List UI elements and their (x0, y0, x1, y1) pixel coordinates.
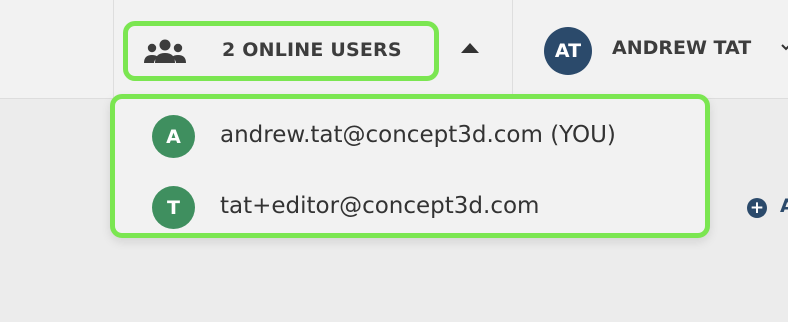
user-avatar: A (152, 115, 195, 158)
user-avatar: T (152, 186, 195, 229)
caret-up-icon[interactable] (461, 43, 479, 53)
online-users-button[interactable]: 2 ONLINE USERS (123, 21, 439, 81)
top-bar: 2 ONLINE USERS AT ANDREW TAT (0, 0, 788, 99)
user-email: andrew.tat@concept3d.com (YOU) (220, 122, 616, 148)
chevron-down-icon[interactable] (781, 42, 788, 52)
online-users-dropdown: A andrew.tat@concept3d.com (YOU) T tat+e… (110, 94, 710, 238)
account-name[interactable]: ANDREW TAT (612, 37, 751, 59)
account-avatar[interactable]: AT (544, 27, 592, 75)
user-email: tat+editor@concept3d.com (220, 193, 540, 219)
plus-circle-icon[interactable]: + (747, 198, 767, 218)
users-icon (144, 39, 186, 63)
toolbar-divider (113, 0, 114, 98)
online-user-item: A andrew.tat@concept3d.com (YOU) (115, 104, 705, 166)
online-user-item: T tat+editor@concept3d.com (115, 175, 705, 237)
add-button-label[interactable]: A (780, 195, 788, 217)
online-users-label: 2 ONLINE USERS (222, 39, 402, 61)
toolbar-divider (512, 0, 513, 98)
